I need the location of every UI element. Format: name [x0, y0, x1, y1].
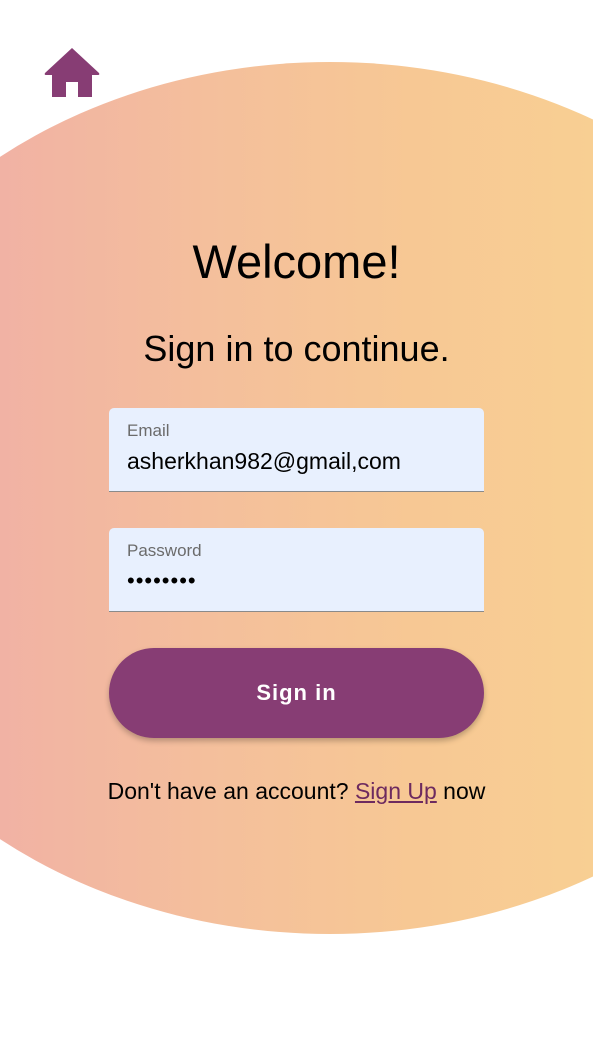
password-label: Password — [127, 541, 202, 560]
email-label: Email — [127, 421, 170, 440]
email-input[interactable] — [127, 448, 467, 475]
password-field[interactable]: Password — [109, 528, 484, 612]
home-icon — [44, 48, 100, 97]
signup-prompt-suffix: now — [436, 778, 486, 804]
home-button[interactable] — [43, 46, 101, 100]
sign-in-button[interactable]: Sign in — [109, 648, 484, 738]
email-field[interactable]: Email — [109, 408, 484, 492]
signup-prompt-text: Don't have an account? — [107, 778, 355, 804]
password-input[interactable] — [127, 568, 467, 594]
signup-prompt: Don't have an account? Sign Up now — [0, 778, 593, 805]
sign-in-page: Welcome! Sign in to continue. Email Pass… — [0, 0, 593, 1044]
page-subtitle: Sign in to continue. — [143, 328, 450, 369]
page-title: Welcome! — [192, 235, 401, 288]
sign-up-link[interactable]: Sign Up — [355, 778, 437, 804]
